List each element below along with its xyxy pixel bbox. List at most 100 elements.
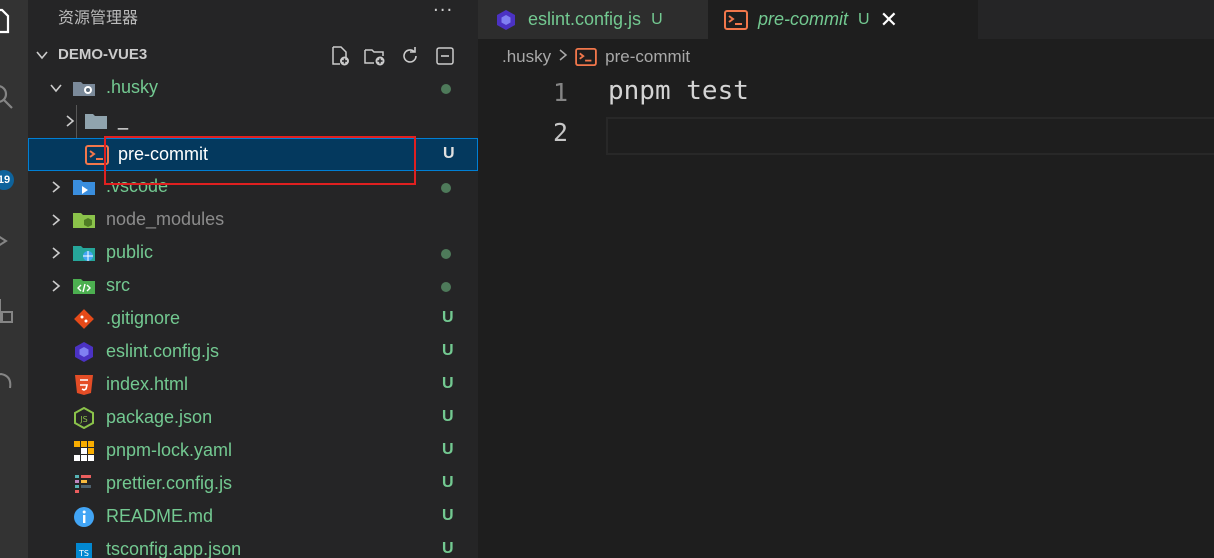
new-file-button[interactable] (328, 44, 352, 68)
code-line-current: 2 (478, 116, 1214, 156)
tree-item-husky[interactable]: .husky (28, 72, 478, 105)
tree-item-pnpm-lock[interactable]: pnpm-lock.yaml U (28, 435, 478, 468)
editor-area: eslint.config.js U pre-commit U ✕ .husky… (478, 0, 1214, 558)
tsconfig-icon: TS (72, 539, 96, 558)
chevron-right-icon (48, 179, 64, 199)
tree-item-label: pnpm-lock.yaml (106, 440, 233, 460)
tree-item-label: .husky (106, 77, 159, 97)
code-text: pnpm test (608, 76, 749, 106)
git-icon (72, 308, 96, 330)
workspace-root[interactable]: DEMO-VUE3 (28, 40, 478, 72)
folder-icon (84, 110, 108, 132)
more-actions-button[interactable]: ··· (433, 0, 453, 21)
tree-item-label: .gitignore (106, 308, 181, 328)
tree-item-eslint-config[interactable]: eslint.config.js U (28, 336, 478, 369)
source-control-badge: 19 (0, 170, 14, 190)
git-status-badge: U (442, 342, 454, 359)
tree-item-label: public (106, 242, 154, 262)
modified-dot (441, 282, 451, 292)
git-status-badge: U (442, 375, 454, 392)
activity-bar: 19 (0, 0, 28, 558)
workspace-root-label: DEMO-VUE3 (58, 46, 148, 63)
tree-item-label: src (106, 275, 130, 295)
explorer-icon[interactable] (0, 6, 16, 36)
tree-item-index-html[interactable]: index.html U (28, 369, 478, 402)
tree-item-package-json[interactable]: JS package.json U (28, 402, 478, 435)
terminal-icon (575, 47, 597, 67)
remote-icon[interactable] (0, 366, 16, 396)
tab-label: pre-commit (758, 9, 849, 29)
refresh-button[interactable] (398, 44, 422, 68)
git-status-badge: U (442, 474, 454, 491)
chevron-down-icon (34, 47, 50, 67)
tree-item-label: prettier.config.js (106, 473, 233, 493)
src-folder-icon (72, 275, 96, 297)
extensions-icon[interactable] (0, 296, 16, 326)
vscode-folder-icon (72, 176, 96, 198)
git-status-badge: U (442, 540, 454, 557)
terminal-icon (724, 8, 748, 32)
tree-item-underscore[interactable]: _ (28, 105, 478, 138)
tree-item-src[interactable]: src (28, 270, 478, 303)
tab-eslint-config[interactable]: eslint.config.js U (478, 0, 708, 39)
modified-dot (441, 249, 451, 259)
tab-pre-commit[interactable]: pre-commit U ✕ (708, 0, 978, 39)
new-folder-button[interactable] (363, 44, 387, 68)
tree-item-gitignore[interactable]: .gitignore U (28, 303, 478, 336)
git-status-badge: U (442, 309, 454, 326)
tree-item-tsconfig-app[interactable]: TS tsconfig.app.json U (28, 534, 478, 558)
chevron-right-icon (48, 278, 64, 298)
node-folder-icon (72, 209, 96, 231)
git-status-badge: U (442, 408, 454, 425)
chevron-right-icon (557, 47, 569, 67)
refresh-icon (403, 47, 417, 63)
tree-item-label: node_modules (106, 209, 225, 229)
explorer-sidebar: 资源管理器 ··· DEMO-VUE3 .husky _ pre-commit … (28, 0, 478, 558)
git-status-badge: U (443, 145, 455, 162)
modified-dot (441, 183, 451, 193)
tab-bar: eslint.config.js U pre-commit U ✕ (478, 0, 1214, 39)
tree-item-readme[interactable]: README.md U (28, 501, 478, 534)
collapse-all-icon (436, 47, 454, 65)
svg-text:TS: TS (78, 549, 89, 558)
husky-folder-icon (72, 77, 96, 99)
code-line: 1 pnpm test (478, 76, 1214, 116)
tree-item-label: package.json (106, 407, 213, 427)
breadcrumb: .husky pre-commit (502, 44, 690, 70)
svg-text:JS: JS (79, 415, 87, 424)
nodejs-icon: JS (72, 407, 96, 429)
close-icon[interactable]: ✕ (880, 7, 898, 33)
run-debug-icon[interactable] (0, 226, 16, 256)
breadcrumb-file[interactable]: pre-commit (605, 47, 690, 67)
current-line-highlight (606, 117, 1214, 155)
info-icon (72, 506, 96, 528)
tree-item-label: README.md (106, 506, 214, 526)
chevron-right-icon (48, 245, 64, 265)
tree-item-prettier-config[interactable]: prettier.config.js U (28, 468, 478, 501)
tree-item-label: eslint.config.js (106, 341, 220, 361)
prettier-icon (72, 473, 96, 495)
tree-item-label: _ (118, 110, 129, 130)
eslint-icon (494, 8, 518, 32)
tree-item-label: tsconfig.app.json (106, 539, 242, 558)
new-folder-icon (364, 49, 385, 66)
tab-git-status: U (651, 10, 663, 28)
search-icon[interactable] (0, 82, 16, 112)
git-status-badge: U (442, 441, 454, 458)
git-status-badge: U (442, 507, 454, 524)
breadcrumb-folder[interactable]: .husky (502, 47, 551, 67)
annotation-highlight-box (104, 136, 416, 185)
tree-item-label: index.html (106, 374, 189, 394)
tree-item-node-modules[interactable]: node_modules (28, 204, 478, 237)
html5-icon (72, 374, 96, 396)
eslint-icon (72, 341, 96, 363)
line-number: 2 (552, 118, 568, 147)
collapse-all-button[interactable] (433, 44, 457, 68)
explorer-title: 资源管理器 (58, 8, 139, 27)
tab-label: eslint.config.js (528, 9, 642, 29)
public-folder-icon (72, 242, 96, 264)
new-file-icon (332, 46, 349, 66)
chevron-right-icon (62, 113, 78, 133)
tree-item-public[interactable]: public (28, 237, 478, 270)
pnpm-icon (72, 440, 96, 462)
